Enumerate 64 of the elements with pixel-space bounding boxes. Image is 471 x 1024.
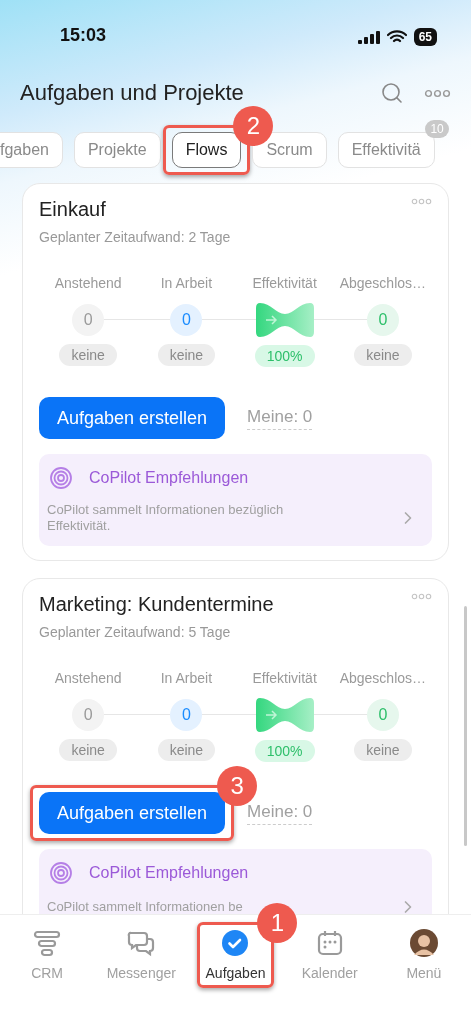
stage-status: keine — [157, 739, 216, 761]
copilot-panel[interactable]: CoPilot Empfehlungen CoPilot sammelt Informationen bezüglich Effektivität. — [39, 454, 432, 546]
flow-title: Einkauf — [39, 198, 106, 221]
stage-label: Anstehend — [54, 670, 122, 688]
funnel-icon — [33, 929, 62, 957]
stage-status: keine — [59, 739, 117, 761]
copilot-panel[interactable]: CoPilot Empfehlungen CoPilot sammelt Informationen be — [39, 849, 432, 914]
stage-status: 100% — [254, 740, 315, 762]
stage-count: 0 — [366, 699, 399, 731]
stage-label: Effektivität — [252, 275, 317, 293]
battery-indicator: 65 — [413, 28, 437, 46]
hourglass-icon — [255, 698, 314, 732]
copilot-icon — [49, 861, 73, 885]
stage-label: Anstehend — [54, 275, 122, 293]
search-button[interactable] — [380, 81, 404, 105]
stage-status: keine — [354, 739, 412, 761]
chat-icon — [127, 929, 156, 957]
flow-title: Marketing: Kundentermine — [39, 593, 274, 616]
nav-tab[interactable]: CRM — [31, 929, 64, 981]
calendar-icon — [315, 929, 344, 957]
nav-tab[interactable]: Menü — [406, 929, 442, 981]
hourglass-icon — [255, 303, 314, 337]
filter-tab[interactable]: Effektivitä — [337, 132, 435, 168]
copilot-icon — [49, 466, 73, 490]
stage-count: 0 — [170, 304, 203, 336]
stage-label: Effektivität — [252, 670, 317, 688]
copilot-text: CoPilot sammelt Informationen bezüglich Effektivität. — [47, 502, 285, 534]
more-button[interactable] — [424, 88, 451, 98]
stage-label: Abgeschlos… — [339, 275, 427, 293]
stage-status: keine — [59, 344, 117, 366]
signal-icon — [357, 30, 380, 44]
copilot-title: CoPilot Empfehlungen — [89, 469, 249, 487]
filter-tab[interactable]: Flows — [171, 132, 242, 168]
stage-label: In Arbeit — [160, 670, 213, 688]
stage-count: 0 — [366, 304, 399, 336]
status-time: 15:03 — [60, 25, 107, 46]
wifi-icon — [386, 30, 407, 44]
nav-tab[interactable]: Messenger — [106, 929, 176, 981]
flow-subtitle: Geplanter Zeitaufwand: 2 Tage — [39, 229, 232, 245]
stage-label: In Arbeit — [160, 275, 213, 293]
create-tasks-button[interactable]: Aufgaben erstellen — [39, 397, 226, 439]
page-title: Aufgaben und Projekte — [20, 80, 245, 106]
more-icon[interactable] — [411, 198, 432, 205]
stage-status: 100% — [254, 345, 315, 367]
filter-tab[interactable]: Projekte — [73, 132, 161, 168]
stage-count: 0 — [170, 699, 203, 731]
copilot-title: CoPilot Empfehlungen — [89, 864, 249, 882]
my-tasks-link[interactable]: Meine: 0 — [247, 801, 313, 825]
copilot-text: CoPilot sammelt Informationen be — [47, 899, 243, 914]
stage-status: keine — [157, 344, 216, 366]
create-tasks-button[interactable]: Aufgaben erstellen — [39, 792, 226, 834]
step-badge: 3 — [217, 766, 258, 806]
step-badge: 1 — [257, 903, 298, 943]
avatar-icon — [409, 929, 438, 957]
filter-tab[interactable]: fgaben — [0, 132, 63, 168]
check-circle-icon — [221, 929, 250, 957]
flow-subtitle: Geplanter Zeitaufwand: 5 Tage — [39, 624, 232, 640]
stage-count: 0 — [72, 699, 105, 731]
more-icon[interactable] — [411, 593, 432, 600]
stage-count: 0 — [72, 304, 105, 336]
nav-tab[interactable]: Kalender — [301, 929, 358, 981]
stage-label: Abgeschlos… — [339, 670, 427, 688]
my-tasks-link[interactable]: Meine: 0 — [247, 406, 313, 430]
stage-status: keine — [354, 344, 412, 366]
